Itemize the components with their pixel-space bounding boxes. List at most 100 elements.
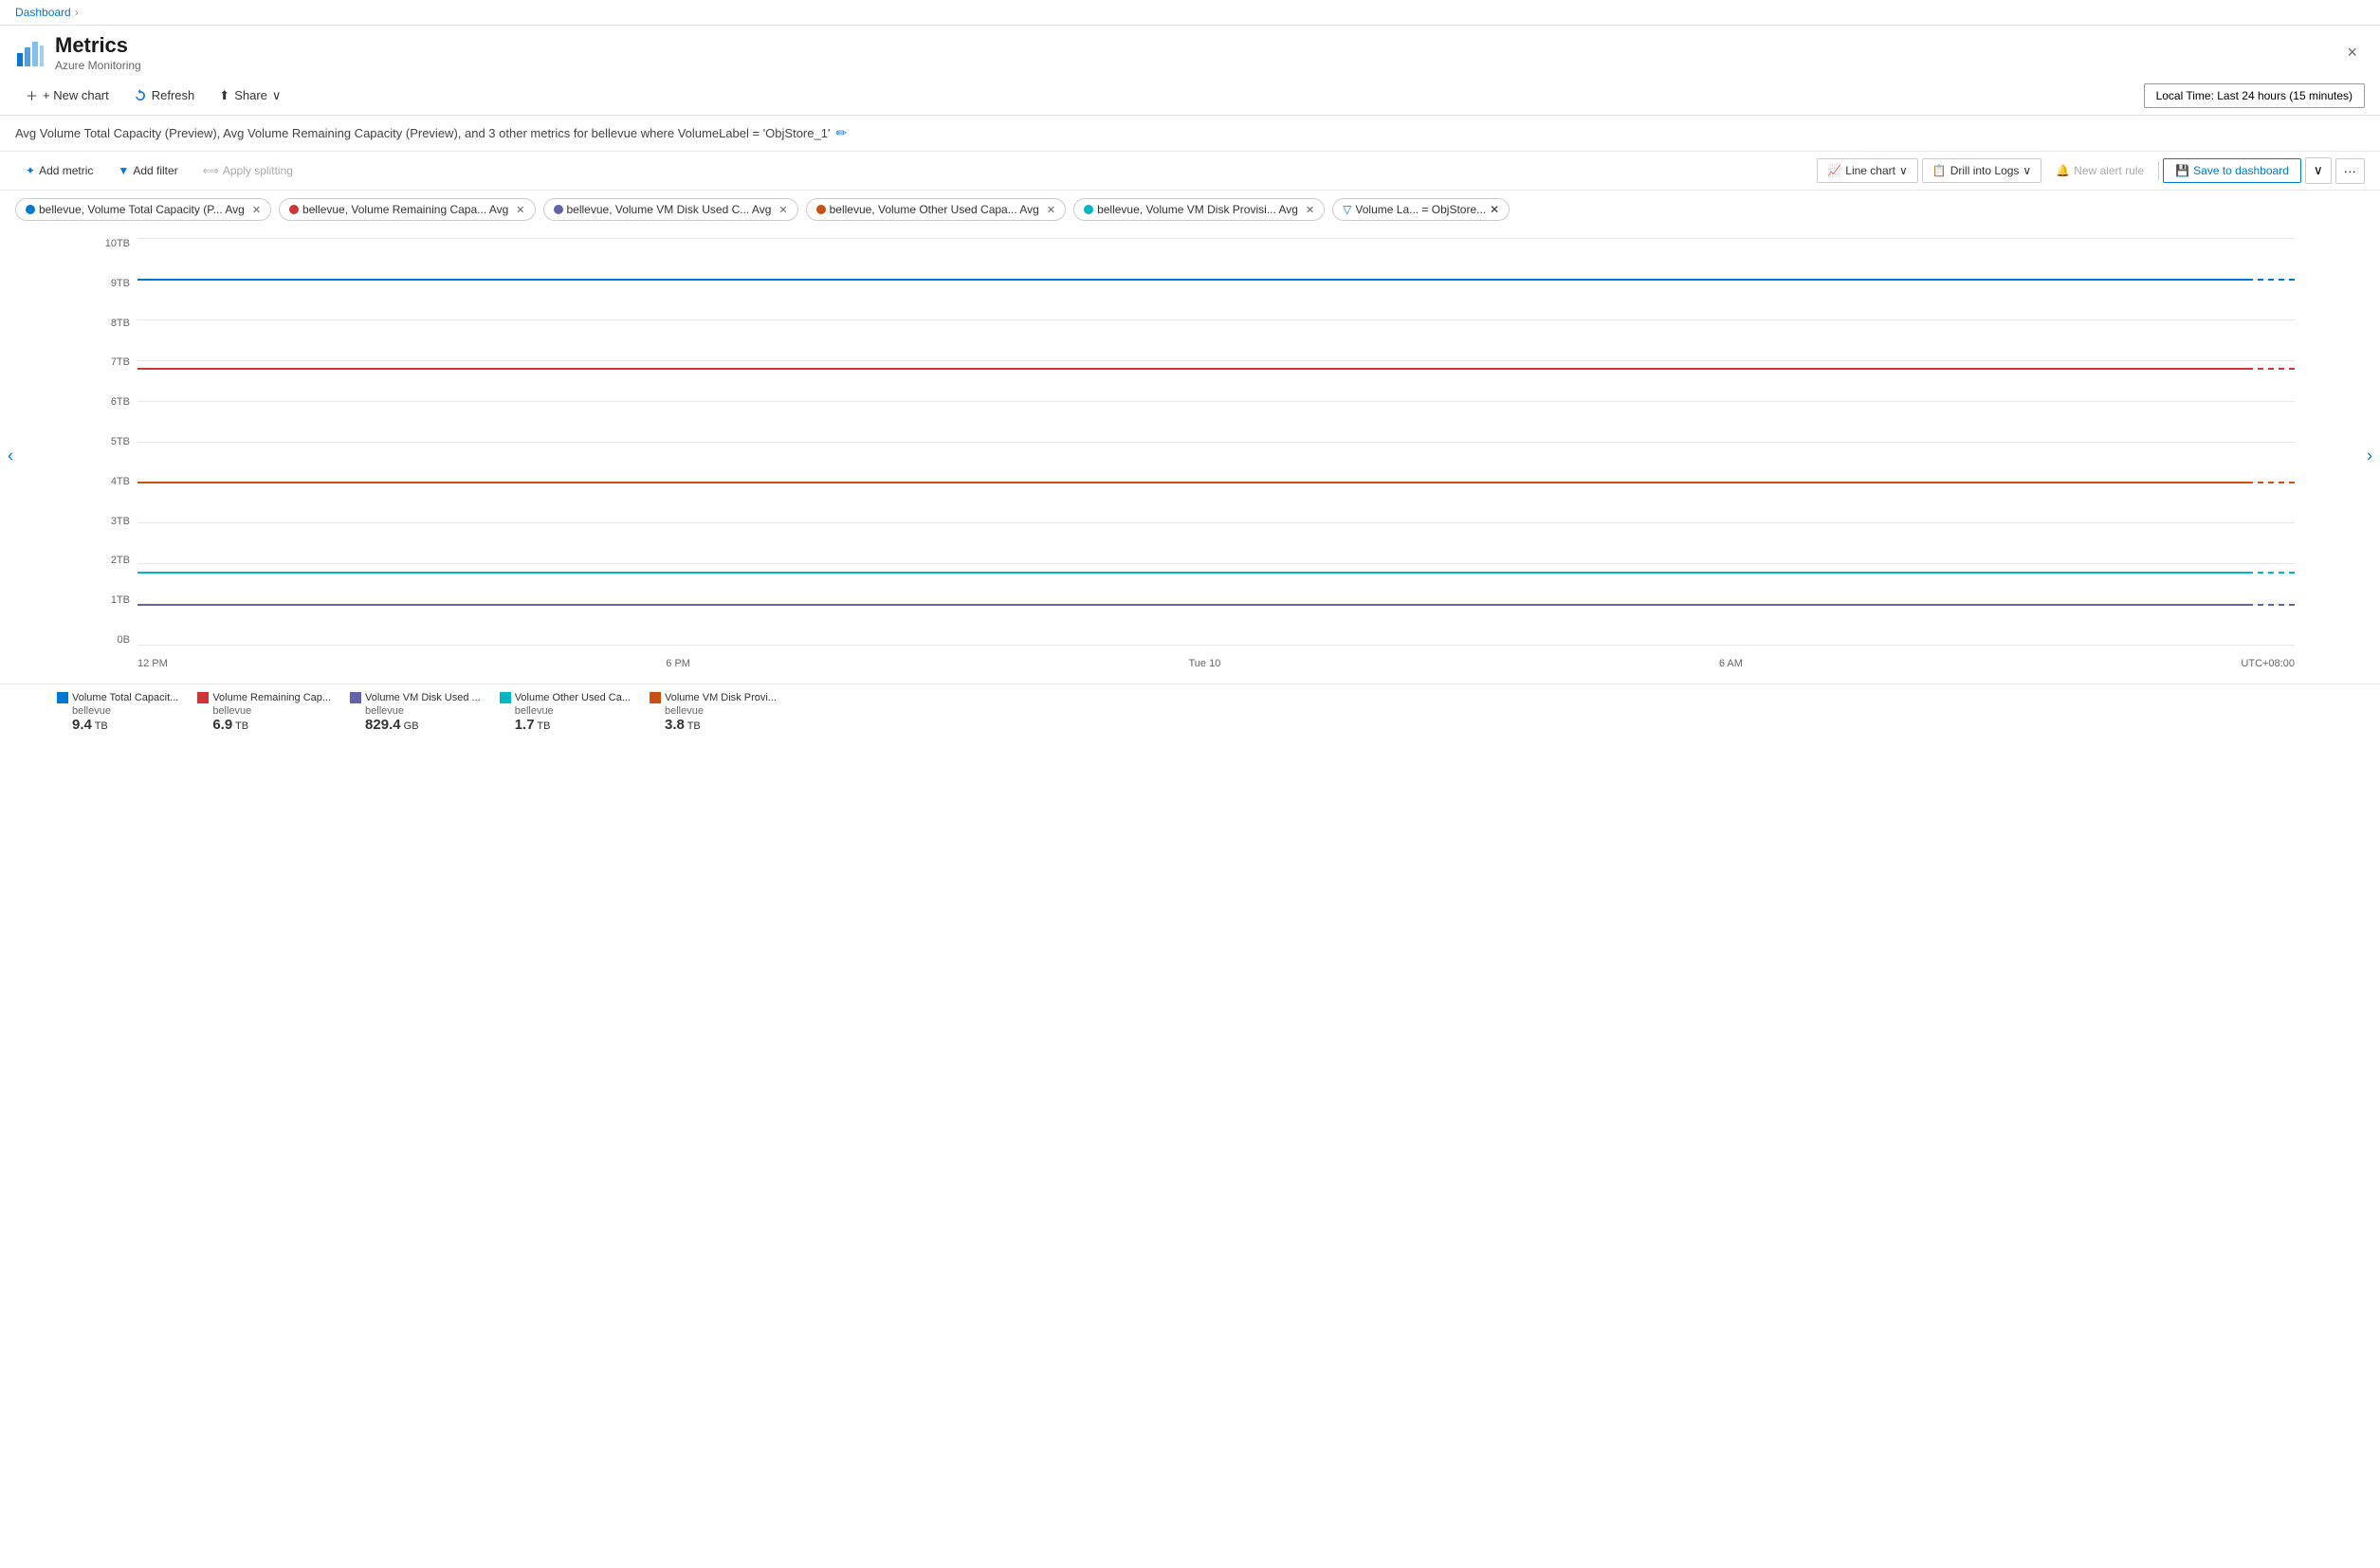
page-subtitle: Azure Monitoring — [55, 59, 141, 72]
legend-unit: TB — [685, 720, 701, 732]
chart-toolbar: ✦ Add metric ▼ Add filter ⟺ Apply splitt… — [0, 152, 2380, 191]
legend-sub: bellevue — [350, 705, 481, 717]
refresh-label: Refresh — [152, 88, 195, 102]
tag-label: bellevue, Volume VM Disk Used C... Avg — [567, 203, 772, 216]
metric-tag: bellevue, Volume VM Disk Used C... Avg ✕ — [543, 198, 798, 221]
remove-tag-button[interactable]: ✕ — [778, 204, 787, 216]
alert-icon: 🔔 — [2056, 164, 2070, 177]
legend-name: Volume Total Capacit... — [72, 692, 178, 703]
refresh-icon — [134, 89, 147, 102]
metrics-tags: bellevue, Volume Total Capacity (P... Av… — [0, 191, 2380, 228]
grid-line — [137, 401, 2295, 402]
grid-line — [137, 563, 2295, 564]
time-range-button[interactable]: Local Time: Last 24 hours (15 minutes) — [2144, 83, 2365, 108]
y-axis: 10TB9TB8TB7TB6TB5TB4TB3TB2TB1TB0B — [85, 238, 137, 646]
legend-area: Volume Total Capacit... bellevue 9.4 TB … — [0, 684, 2380, 740]
more-options-button[interactable]: ··· — [2335, 158, 2365, 184]
legend-sub: bellevue — [650, 705, 777, 717]
grid-line — [137, 522, 2295, 523]
legend-value: 9.4 TB — [57, 717, 178, 733]
logs-icon: 📋 — [1932, 164, 1947, 177]
legend-color-bar — [500, 692, 511, 703]
apply-splitting-button[interactable]: ⟺ Apply splitting — [192, 158, 303, 183]
legend-header: Volume VM Disk Used ... — [350, 692, 481, 703]
save-icon: 💾 — [2175, 164, 2189, 177]
expand-button[interactable]: ∨ — [2305, 157, 2332, 184]
tag-label: bellevue, Volume VM Disk Provisi... Avg — [1097, 203, 1298, 216]
tag-label: bellevue, Volume Remaining Capa... Avg — [302, 203, 508, 216]
breadcrumb-label: Dashboard — [15, 6, 71, 19]
legend-sub: bellevue — [500, 705, 631, 717]
chart-line-dashed — [2247, 482, 2295, 483]
chart-line-dashed — [2247, 368, 2295, 370]
dropdown2-icon: ∨ — [2023, 164, 2031, 177]
remove-filter-button[interactable]: ✕ — [1490, 203, 1499, 216]
tag-color-dot — [26, 205, 35, 214]
legend-name: Volume VM Disk Provi... — [665, 692, 777, 703]
y-axis-label: 9TB — [111, 278, 130, 289]
toolbar-divider — [2158, 161, 2159, 180]
chart-line — [137, 604, 2247, 606]
grid-line — [137, 319, 2295, 320]
add-filter-button[interactable]: ▼ Add filter — [107, 158, 188, 183]
line-chart-button[interactable]: 📈 Line chart ∨ — [1817, 158, 1917, 183]
nav-right-button[interactable]: › — [2359, 439, 2380, 474]
save-to-dashboard-button[interactable]: 💾 Save to dashboard — [2163, 158, 2301, 183]
chart-line — [137, 572, 2247, 574]
remove-tag-button[interactable]: ✕ — [516, 204, 524, 216]
grid-line — [137, 645, 2295, 646]
legend-color-bar — [650, 692, 661, 703]
y-axis-label: 1TB — [111, 594, 130, 606]
dropdown-icon: ∨ — [1899, 164, 1908, 177]
metric-tag: bellevue, Volume Remaining Capa... Avg ✕ — [279, 198, 535, 221]
tag-color-dot — [554, 205, 563, 214]
legend-unit: TB — [535, 720, 551, 732]
add-metric-button[interactable]: ✦ Add metric — [15, 158, 103, 183]
apply-splitting-label: Apply splitting — [223, 164, 293, 177]
plus-icon: ＋ — [26, 86, 38, 104]
remove-tag-button[interactable]: ✕ — [1306, 204, 1314, 216]
tag-color-dot — [816, 205, 826, 214]
legend-unit: TB — [232, 720, 248, 732]
legend-value: 6.9 TB — [197, 717, 331, 733]
new-alert-rule-button[interactable]: 🔔 New alert rule — [2045, 158, 2154, 183]
chart-line-dashed — [2247, 604, 2295, 606]
x-axis-label: 6 AM — [1719, 658, 1743, 669]
split-icon: ⟺ — [203, 164, 219, 177]
drill-into-logs-button[interactable]: 📋 Drill into Logs ∨ — [1922, 158, 2041, 183]
chart-line — [137, 279, 2247, 281]
close-button[interactable]: × — [2339, 39, 2365, 66]
legend-name: Volume VM Disk Used ... — [365, 692, 481, 703]
chart-container: 10TB9TB8TB7TB6TB5TB4TB3TB2TB1TB0B 12 PM6… — [85, 238, 2304, 674]
legend-unit: TB — [92, 720, 108, 732]
y-axis-label: 7TB — [111, 356, 130, 368]
grid-line — [137, 360, 2295, 361]
legend-header: Volume VM Disk Provi... — [650, 692, 777, 703]
y-axis-label: 8TB — [111, 318, 130, 329]
remove-tag-button[interactable]: ✕ — [252, 204, 261, 216]
filter-tag-label: Volume La... = ObjStore... — [1355, 203, 1486, 216]
save-label: Save to dashboard — [2193, 164, 2289, 177]
remove-tag-button[interactable]: ✕ — [1047, 204, 1055, 216]
x-axis-label: 12 PM — [137, 658, 168, 669]
share-button[interactable]: ⬆ Share ∨ — [209, 83, 291, 108]
tag-label: bellevue, Volume Other Used Capa... Avg — [830, 203, 1039, 216]
breadcrumb-bar: Dashboard › — [0, 0, 2380, 26]
legend-name: Volume Remaining Cap... — [212, 692, 331, 703]
tag-label: bellevue, Volume Total Capacity (P... Av… — [39, 203, 245, 216]
line-chart-label: Line chart — [1845, 164, 1895, 177]
edit-icon[interactable]: ✏ — [835, 125, 847, 141]
refresh-button[interactable]: Refresh — [123, 83, 206, 107]
metric-tag: bellevue, Volume Total Capacity (P... Av… — [15, 198, 271, 221]
nav-left-button[interactable]: ‹ — [0, 439, 21, 474]
legend-header: Volume Total Capacit... — [57, 692, 178, 703]
new-chart-button[interactable]: ＋ + New chart — [15, 82, 119, 109]
title-bar: Metrics Azure Monitoring × — [0, 26, 2380, 76]
y-axis-label: 2TB — [111, 555, 130, 566]
x-axis-label: Tue 10 — [1188, 658, 1220, 669]
y-axis-label: 3TB — [111, 516, 130, 527]
legend-unit: GB — [401, 720, 419, 732]
chart-wrapper: ‹ › 10TB9TB8TB7TB6TB5TB4TB3TB2TB1TB0B 12… — [0, 228, 2380, 684]
legend-item: Volume Total Capacit... bellevue 9.4 TB — [57, 692, 178, 733]
breadcrumb[interactable]: Dashboard › — [15, 6, 79, 19]
